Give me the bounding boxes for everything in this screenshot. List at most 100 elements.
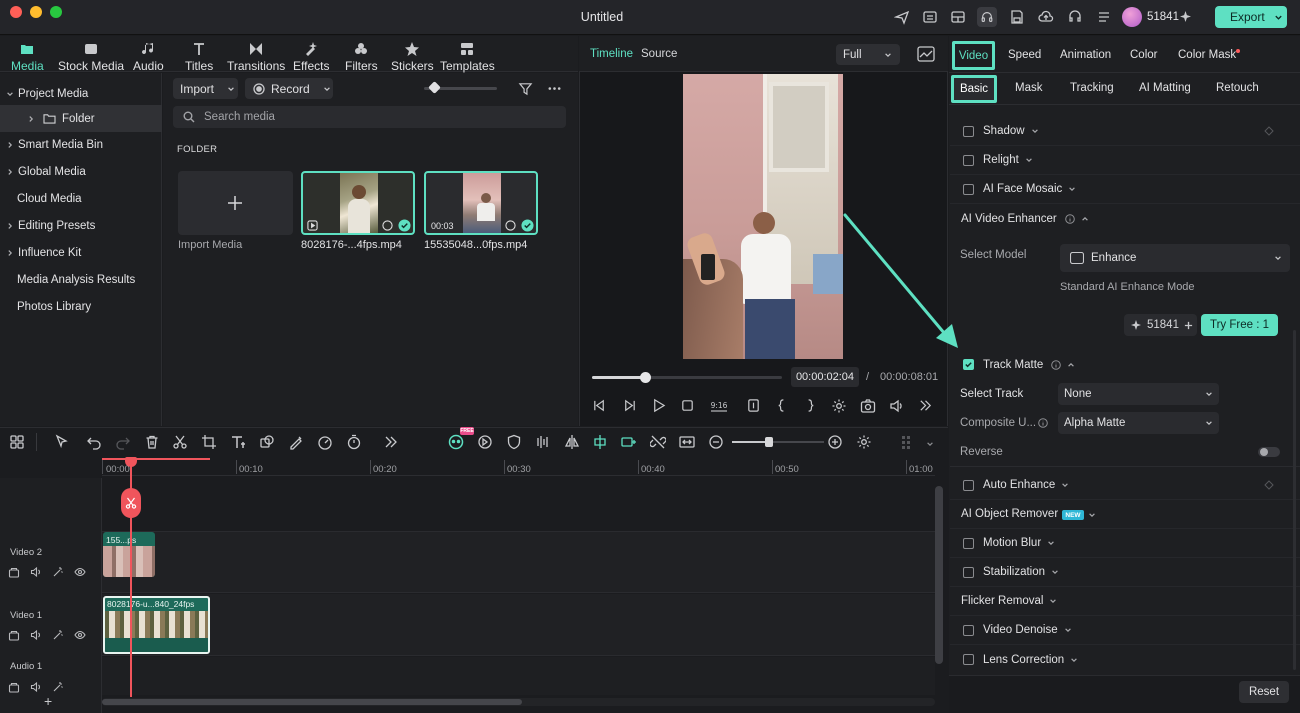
reverse-toggle[interactable]	[1258, 447, 1280, 457]
info-icon[interactable]	[1038, 418, 1048, 428]
tree-item-project-media[interactable]: Project Media	[0, 80, 162, 107]
tab-color[interactable]: Color	[1130, 49, 1157, 61]
tab-filters[interactable]: Filters	[345, 36, 378, 73]
grid-view-icon[interactable]	[900, 434, 916, 450]
folder-lock-icon[interactable]	[8, 681, 20, 693]
audio-1-lane[interactable]	[102, 657, 935, 695]
tree-item-folder[interactable]: Folder	[0, 105, 162, 132]
layout-grid-icon[interactable]	[9, 434, 25, 450]
link-track-icon[interactable]	[621, 434, 637, 450]
track-volume-icon[interactable]	[30, 566, 42, 578]
playback-progress[interactable]	[592, 372, 782, 383]
auto-beat-icon[interactable]	[477, 434, 493, 450]
try-free-button[interactable]: Try Free : 1	[1201, 314, 1278, 336]
select-track-dropdown[interactable]: None	[1058, 383, 1219, 405]
track-matte-checkbox[interactable]	[963, 359, 974, 370]
tree-item-photos-library[interactable]: Photos Library	[0, 293, 162, 320]
tab-color-mask[interactable]: Color Mask	[1178, 49, 1236, 61]
more-tools-icon[interactable]	[383, 434, 399, 450]
track-volume-icon[interactable]	[30, 681, 42, 693]
relight-row[interactable]: Relight	[950, 146, 1300, 175]
ai-object-remover-row[interactable]: AI Object Remover NEW	[950, 500, 1300, 529]
subtab-tracking[interactable]: Tracking	[1070, 82, 1114, 94]
tab-video[interactable]: Video	[952, 41, 995, 70]
tab-animation[interactable]: Animation	[1060, 49, 1111, 61]
tree-item-influence-kit[interactable]: Influence Kit	[0, 239, 162, 266]
send-icon[interactable]	[894, 9, 910, 25]
model-select[interactable]: Enhance	[1060, 244, 1290, 272]
tab-transitions[interactable]: Transitions	[227, 36, 285, 73]
current-time[interactable]: 00:00:02:04	[791, 367, 859, 387]
tree-item-media-analysis-results[interactable]: Media Analysis Results	[0, 266, 162, 293]
track-magic-icon[interactable]	[52, 566, 64, 578]
flicker-removal-row[interactable]: Flicker Removal	[950, 587, 1300, 616]
chevron-right-icon[interactable]	[6, 249, 14, 257]
lens-correction-row[interactable]: Lens Correction	[950, 645, 1300, 674]
snap-icon[interactable]	[592, 434, 608, 450]
color-picker-icon[interactable]	[288, 434, 304, 450]
stabilization-row[interactable]: Stabilization	[950, 558, 1300, 587]
undo-icon[interactable]	[86, 434, 102, 450]
info-icon[interactable]	[1051, 359, 1062, 370]
ai-face-mosaic-checkbox[interactable]	[963, 183, 974, 195]
media-item[interactable]: 00:03	[424, 171, 538, 235]
zoom-slider[interactable]	[732, 437, 824, 447]
keyframe-icon[interactable]	[1264, 126, 1274, 136]
quality-select[interactable]: Full	[836, 44, 900, 65]
timeline-horizontal-scrollbar[interactable]	[102, 698, 935, 706]
video-1-lane[interactable]	[102, 594, 935, 656]
track-matte-row[interactable]: Track Matte	[950, 350, 1300, 379]
mask-tool-icon[interactable]	[259, 434, 275, 450]
auto-enhance-row[interactable]: Auto Enhance	[950, 471, 1300, 500]
subtab-mask[interactable]: Mask	[1015, 82, 1042, 94]
marker-icon[interactable]	[746, 398, 761, 413]
relight-checkbox[interactable]	[963, 154, 974, 166]
tab-titles[interactable]: Titles	[185, 36, 213, 73]
composite-dropdown[interactable]: Alpha Matte	[1058, 412, 1219, 434]
tab-media[interactable]: Media	[11, 36, 44, 73]
subtab-retouch[interactable]: Retouch	[1216, 82, 1259, 94]
track-magic-icon[interactable]	[52, 629, 64, 641]
thumbnail-size-slider[interactable]	[424, 81, 497, 94]
import-button[interactable]: Import	[173, 78, 238, 99]
video-preview[interactable]	[683, 74, 843, 359]
mark-out-icon[interactable]	[803, 398, 818, 413]
video-denoise-checkbox[interactable]	[963, 624, 974, 636]
eye-icon[interactable]	[74, 629, 86, 641]
folder-lock-icon[interactable]	[8, 629, 20, 641]
add-track-button[interactable]: +	[44, 693, 52, 709]
eye-icon[interactable]	[74, 566, 86, 578]
ai-copilot-icon[interactable]	[448, 434, 464, 450]
menu-icon[interactable]	[1096, 9, 1112, 25]
tree-item-smart-media-bin[interactable]: Smart Media Bin	[0, 131, 162, 158]
zoom-slider-thumb[interactable]	[765, 437, 773, 447]
chevron-right-icon[interactable]	[6, 141, 14, 149]
headset-icon[interactable]	[977, 7, 997, 27]
tab-source[interactable]: Source	[641, 48, 677, 60]
auto-enhance-checkbox[interactable]	[963, 479, 974, 491]
chevron-down-icon[interactable]	[6, 90, 14, 98]
zoom-out-icon[interactable]	[708, 434, 724, 450]
shadow-row[interactable]: Shadow	[950, 117, 1300, 146]
avatar[interactable]	[1122, 7, 1142, 27]
snapshot-icon[interactable]	[860, 398, 876, 414]
tree-item-editing-presets[interactable]: Editing Presets	[0, 212, 162, 239]
playhead-split-button[interactable]	[121, 488, 141, 518]
select-tool-icon[interactable]	[54, 434, 70, 450]
aspect-ratio-icon[interactable]: 9:16	[709, 397, 729, 414]
speed-icon[interactable]	[317, 434, 333, 450]
tree-item-global-media[interactable]: Global Media	[0, 158, 162, 185]
scrollbar-thumb[interactable]	[102, 699, 522, 705]
motion-blur-checkbox[interactable]	[963, 537, 974, 549]
stabilization-checkbox[interactable]	[963, 566, 974, 578]
motion-blur-row[interactable]: Motion Blur	[950, 529, 1300, 558]
track-magic-icon[interactable]	[52, 681, 64, 693]
clip-video-2[interactable]: 155...ps	[103, 532, 155, 577]
shadow-checkbox[interactable]	[963, 125, 974, 137]
scopes-icon[interactable]	[917, 46, 935, 62]
keyframe-icon[interactable]	[1264, 480, 1274, 490]
chevron-right-icon[interactable]	[6, 222, 14, 230]
export-button[interactable]: Export	[1215, 6, 1287, 28]
chevron-down-icon[interactable]	[926, 440, 934, 448]
timeline-settings-icon[interactable]	[856, 434, 872, 450]
